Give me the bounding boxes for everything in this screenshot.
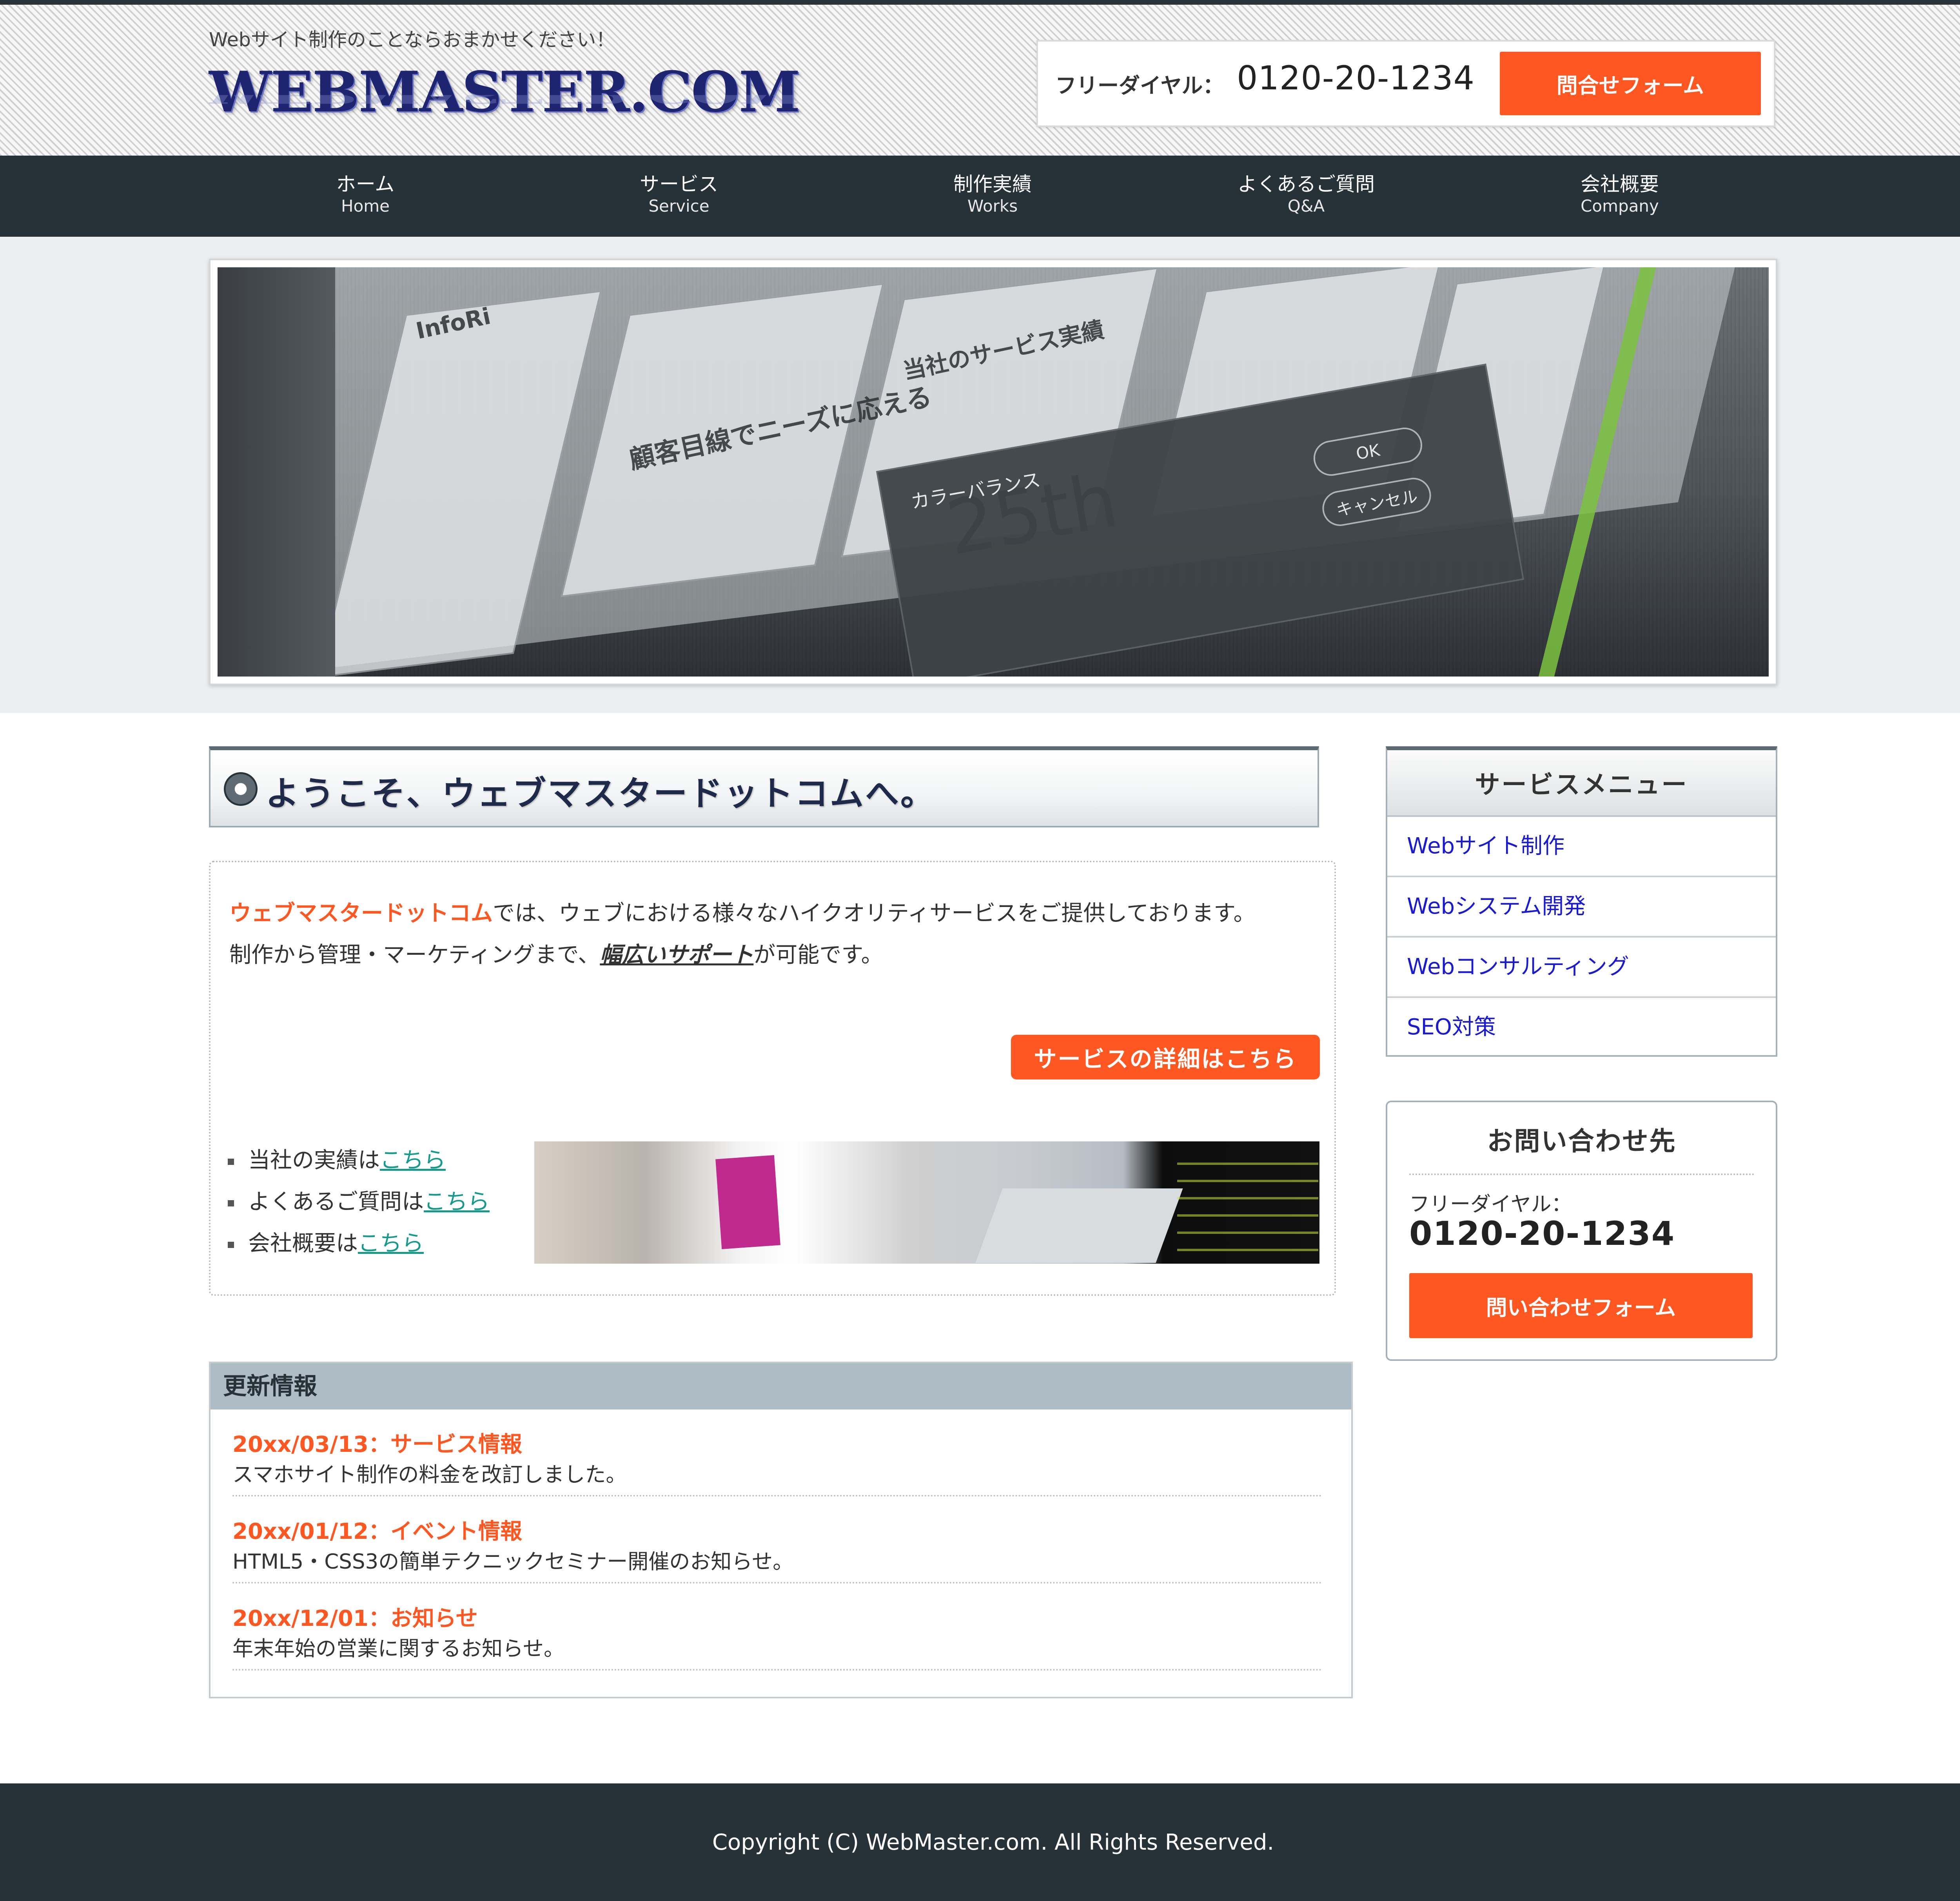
service-menu-item-web-site[interactable]: Webサイト制作 [1387, 817, 1776, 877]
intro-line2-pre: 制作から管理・マーケティングまで、 [229, 942, 600, 968]
list-item: 当社の実績はこちら [228, 1140, 490, 1181]
site-footer: Copyright (C) WebMaster.com. All Rights … [0, 1783, 1960, 1901]
intro-box: ウェブマスタードットコムでは、ウェブにおける様々なハイクオリティサービスをご提供… [209, 861, 1336, 1296]
nav-label-jp: よくあるご質問 [1238, 173, 1375, 196]
sidebar-contact-box: お問い合わせ先 フリーダイヤル： 0120-20-1234 問い合わせフォーム [1386, 1101, 1777, 1361]
intro-photo [534, 1141, 1319, 1264]
square-bullet-icon [228, 1241, 234, 1248]
intro-line1: では、ウェブにおける様々なハイクオリティサービスをご提供しております。 [493, 901, 1256, 926]
photo-detail-shape [975, 1188, 1183, 1263]
photo-detail-shape [715, 1155, 780, 1249]
global-nav: ホーム Home サービス Service 制作実績 Works よくあるご質問… [0, 156, 1960, 237]
works-link[interactable]: こちら [380, 1148, 446, 1173]
circle-icon [224, 772, 258, 806]
site-header: Webサイト制作のことならおまかせください！ WEBMASTER.COM WEB… [0, 0, 1960, 156]
nav-label-jp: 会社概要 [1581, 173, 1659, 196]
news-text: 年末年始の営業に関するお知らせ。 [232, 1637, 564, 1661]
service-menu: サービスメニュー Webサイト制作 Webシステム開発 Webコンサルティング … [1386, 746, 1777, 1057]
company-link[interactable]: こちら [358, 1231, 424, 1256]
hero-dialog-title: カラーバランス [909, 469, 1042, 513]
sidebar-contact-form-button[interactable]: 問い合わせフォーム [1409, 1273, 1753, 1338]
nav-label-en: Q&A [1287, 196, 1325, 216]
list-item: 会社概要はこちら [228, 1223, 490, 1264]
welcome-heading-box: ようこそ、ウェブマスタードットコムへ。 [209, 746, 1319, 827]
list-item-text: 当社の実績は [248, 1148, 380, 1173]
service-menu-item-web-system[interactable]: Webシステム開発 [1387, 877, 1776, 938]
hero-frame: 顧客目線でニーズに応える 当社のサービス実績 InfoRi 25th カラーバラ… [209, 259, 1777, 685]
hero-toolbar-shape [218, 267, 335, 677]
welcome-title: ようこそ、ウェブマスタードットコムへ。 [265, 774, 936, 813]
nav-item-service[interactable]: サービス Service [581, 172, 777, 216]
hero-image: 顧客目線でニーズに応える 当社のサービス実績 InfoRi 25th カラーバラ… [218, 267, 1769, 677]
intro-line2-post: が可能です。 [753, 942, 883, 968]
header-tagline: Webサイト制作のことならおまかせください！ [209, 29, 615, 51]
intro-brand: ウェブマスタードットコム [229, 901, 493, 926]
header-contact-box: フリーダイヤル： 0120-20-1234 問合せフォーム [1036, 40, 1775, 127]
sidebar-contact-title: お問い合わせ先 [1409, 1120, 1754, 1175]
service-menu-item-seo[interactable]: SEO対策 [1387, 998, 1776, 1058]
square-bullet-icon [228, 1200, 234, 1206]
hero-dialog-cancel: キャンセル [1319, 475, 1434, 529]
list-item-text: 会社概要は [248, 1231, 358, 1256]
photo-detail-shape [1177, 1149, 1318, 1259]
nav-item-home[interactable]: ホーム Home [267, 172, 463, 216]
nav-label-en: Company [1581, 196, 1659, 216]
nav-item-company[interactable]: 会社概要 Company [1522, 172, 1718, 216]
copyright: Copyright (C) WebMaster.com. All Rights … [712, 1829, 1274, 1855]
news-item[interactable]: 20xx/12/01：お知らせ 年末年始の営業に関するお知らせ。 [232, 1584, 1322, 1671]
news-item[interactable]: 20xx/03/13：サービス情報 スマホサイト制作の料金を改訂しました。 [232, 1409, 1322, 1496]
site-logo-reflection: WEBMASTER.COM [209, 95, 800, 108]
list-item: よくあるご質問はこちら [228, 1181, 490, 1223]
square-bullet-icon [228, 1158, 234, 1165]
service-detail-button[interactable]: サービスの詳細はこちら [1011, 1035, 1320, 1079]
nav-label-jp: サービス [640, 173, 718, 196]
hero-band: 顧客目線でニーズに応える 当社のサービス実績 InfoRi 25th カラーバラ… [0, 237, 1960, 713]
freedial-number: 0120-20-1234 [1237, 59, 1475, 97]
news-date: 20xx/03/13：サービス情報 [232, 1432, 522, 1457]
news-date: 20xx/01/12：イベント情報 [232, 1519, 522, 1544]
list-item-text: よくあるご質問は [248, 1189, 424, 1215]
service-menu-item-consulting[interactable]: Webコンサルティング [1387, 938, 1776, 998]
nav-item-qa[interactable]: よくあるご質問 Q&A [1208, 172, 1404, 216]
nav-label-en: Works [967, 196, 1018, 216]
qa-link[interactable]: こちら [424, 1189, 490, 1215]
news-box: 更新情報 20xx/03/13：サービス情報 スマホサイト制作の料金を改訂しまし… [209, 1362, 1353, 1698]
news-date: 20xx/12/01：お知らせ [232, 1606, 478, 1631]
nav-item-works[interactable]: 制作実績 Works [895, 172, 1091, 216]
service-menu-title: サービスメニュー [1387, 750, 1776, 817]
news-title: 更新情報 [211, 1363, 1351, 1409]
news-text: HTML5・CSS3の簡単テクニックセミナー開催のお知らせ。 [232, 1550, 794, 1574]
news-text: スマホサイト制作の料金を改訂しました。 [232, 1463, 627, 1487]
nav-label-jp: ホーム [336, 173, 395, 196]
news-item[interactable]: 20xx/01/12：イベント情報 HTML5・CSS3の簡単テクニックセミナー… [232, 1496, 1322, 1584]
hero-dialog-ok: OK [1310, 424, 1425, 479]
intro-paragraph: ウェブマスタードットコムでは、ウェブにおける様々なハイクオリティサービスをご提供… [229, 893, 1323, 976]
sidebar-freedial-label: フリーダイヤル： [1409, 1193, 1572, 1216]
header-contact-form-button[interactable]: 問合せフォーム [1500, 52, 1761, 115]
intro-link-list: 当社の実績はこちら よくあるご質問はこちら 会社概要はこちら [228, 1140, 490, 1264]
nav-label-en: Home [341, 196, 390, 216]
intro-line2-emph: 幅広いサポート [600, 942, 754, 968]
freedial-label: フリーダイヤル： [1055, 73, 1224, 98]
sidebar-freedial-number: 0120-20-1234 [1409, 1214, 1675, 1253]
nav-label-en: Service [648, 196, 710, 216]
nav-label-jp: 制作実績 [953, 173, 1032, 196]
site-logo[interactable]: WEBMASTER.COM [209, 63, 800, 122]
